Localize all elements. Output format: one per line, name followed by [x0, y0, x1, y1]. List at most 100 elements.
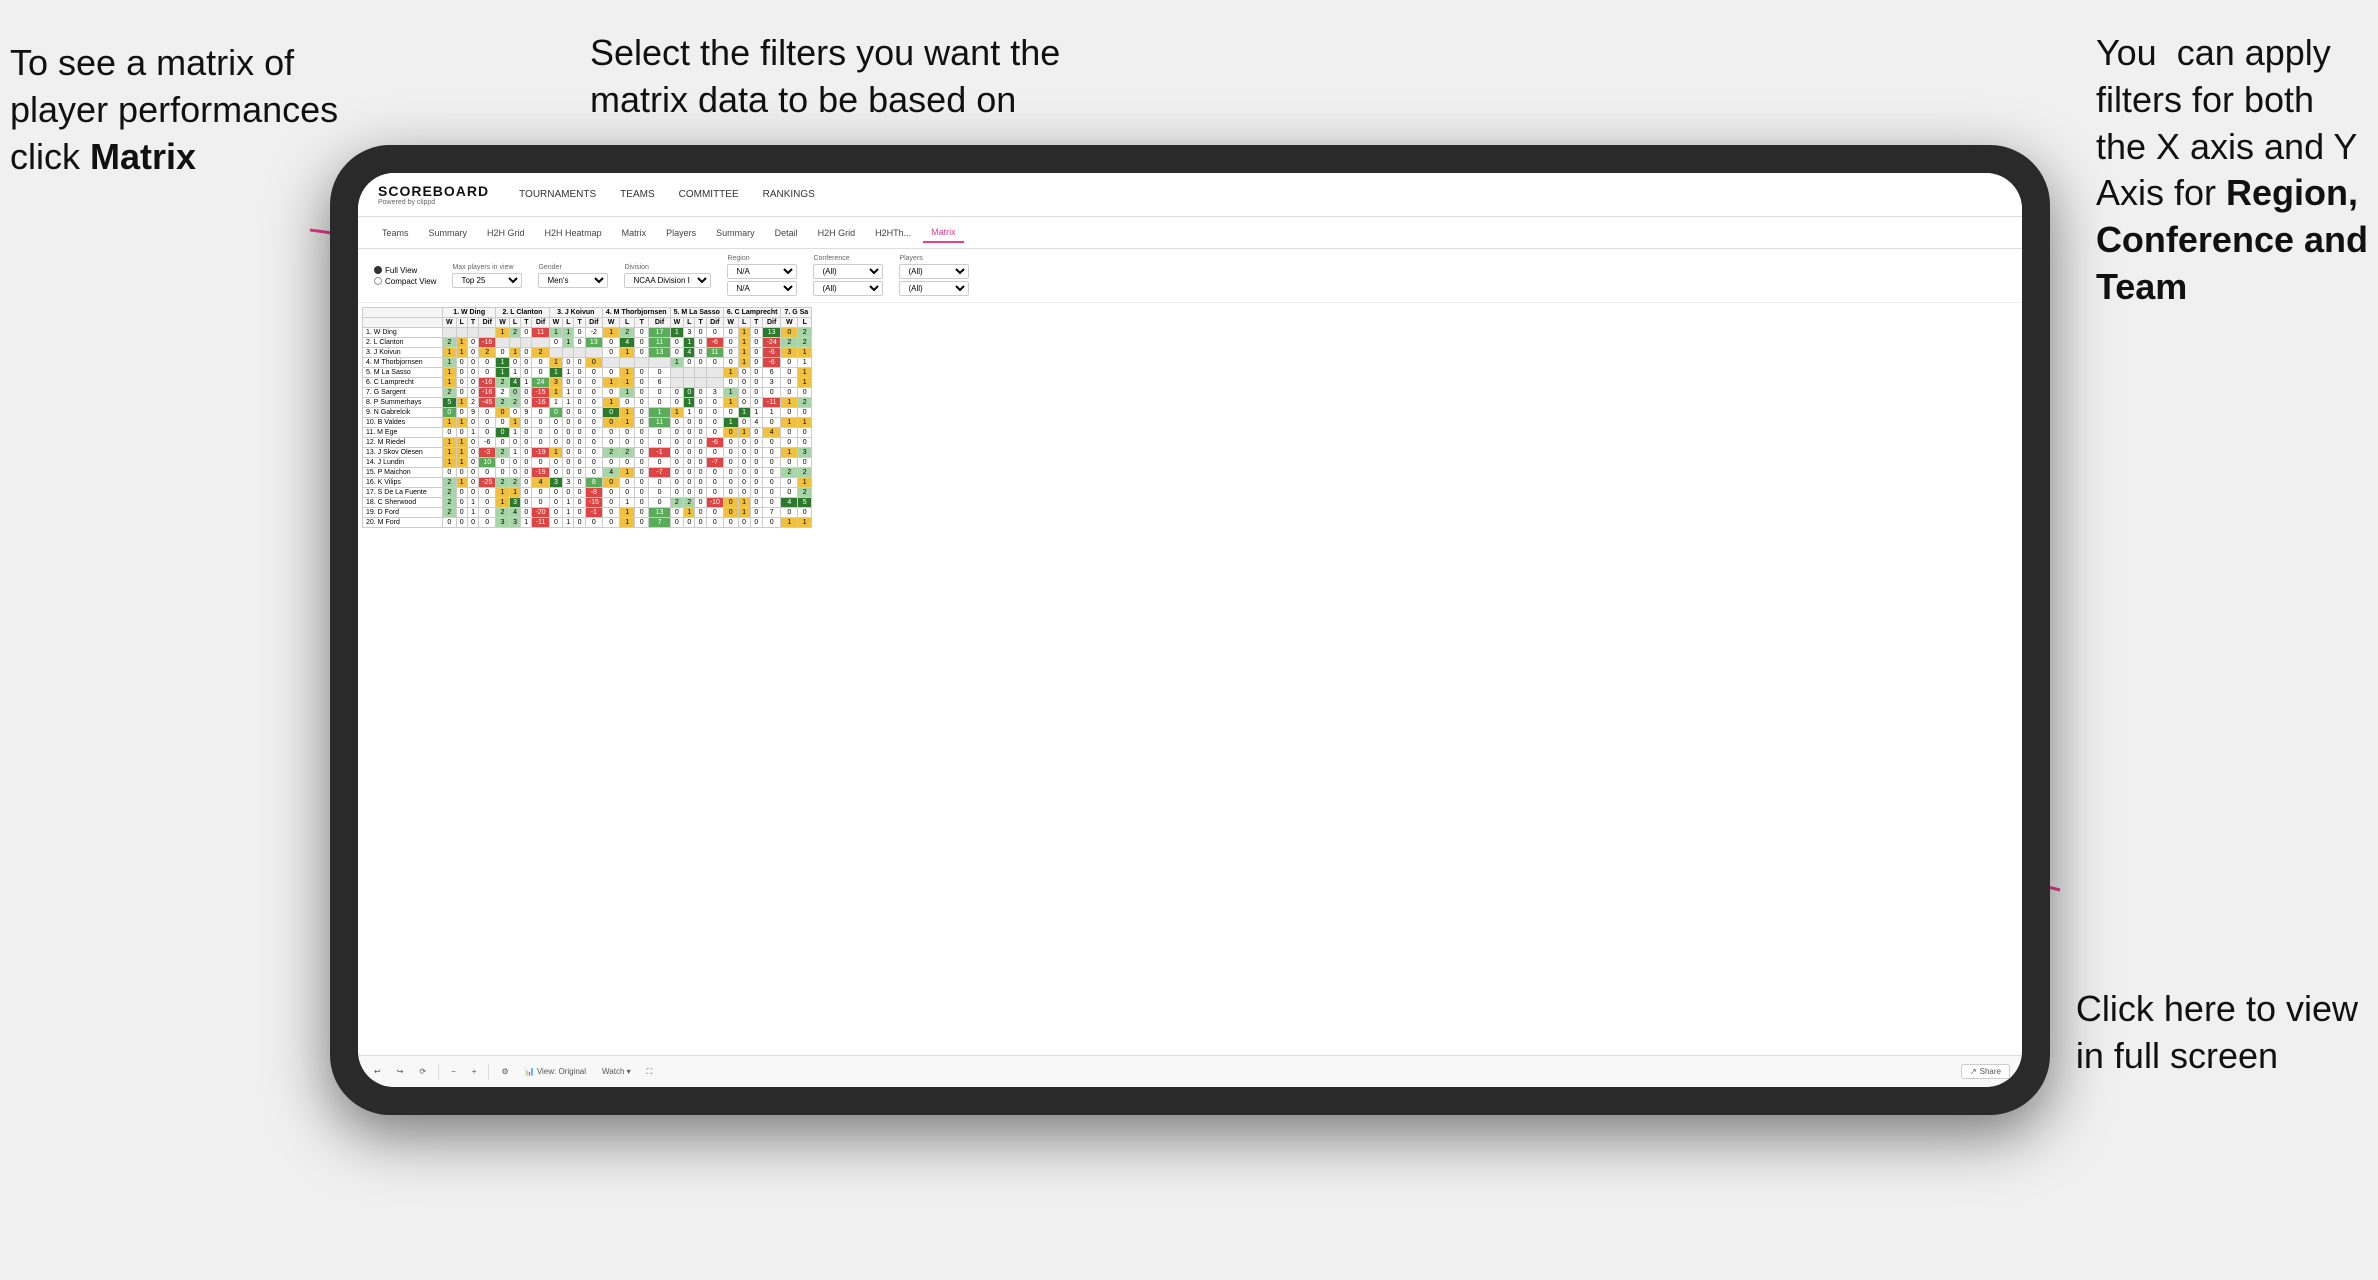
- player-name: 18. C Sherwood: [363, 498, 443, 508]
- matrix-table: 1. W Ding 2. L Clanton 3. J Koivun 4. M …: [362, 307, 812, 528]
- sub-w-2: W: [496, 318, 510, 328]
- share-button[interactable]: ↗ Share: [1961, 1064, 2010, 1079]
- filter-players: Players (All) (All): [899, 255, 969, 296]
- nav-teams[interactable]: TEAMS: [620, 189, 654, 200]
- tab-players-summary[interactable]: Summary: [708, 224, 763, 242]
- table-row: 15. P Maichon 0000 000-19 0000 410-7 000…: [363, 468, 812, 478]
- table-row: 4. M Thorbjornsen 1000 1000 1000 1000 01…: [363, 358, 812, 368]
- full-view-label: Full View: [385, 266, 417, 275]
- conference-select-2[interactable]: (All): [813, 281, 883, 296]
- player-name: 1. W Ding: [363, 328, 443, 338]
- table-row: 3. J Koivun 1102 0102 01013 04011 010-6 …: [363, 348, 812, 358]
- nav-tournaments[interactable]: TOURNAMENTS: [519, 189, 596, 200]
- fullscreen-icon-btn[interactable]: ⛶: [643, 1065, 657, 1079]
- redo-btn[interactable]: ↪: [393, 1065, 408, 1078]
- logo-sub: Powered by clippd: [378, 199, 489, 206]
- col-header-3: 3. J Koivun: [549, 308, 602, 318]
- sub-l-3: L: [563, 318, 574, 328]
- sub-l-5: L: [684, 318, 695, 328]
- filter-gender: Gender Men's: [538, 264, 608, 288]
- radio-dot-full: [374, 266, 382, 274]
- table-row: 17. S De La Fuente 2000 1100 000-8 0000 …: [363, 488, 812, 498]
- table-row: 2. L Clanton 210-16 01013 04011 010-6 01…: [363, 338, 812, 348]
- app-header: SCOREBOARD Powered by clippd TOURNAMENTS…: [358, 173, 2022, 217]
- tablet-frame: SCOREBOARD Powered by clippd TOURNAMENTS…: [330, 145, 2050, 1115]
- player-name: 5. M La Sasso: [363, 368, 443, 378]
- player-name: 9. N Gabrelcik: [363, 408, 443, 418]
- player-name: 19. D Ford: [363, 508, 443, 518]
- table-row: 10. B Valdes 1100 0100 0000 01011 0000 1…: [363, 418, 812, 428]
- player-name: 8. P Summerhays: [363, 398, 443, 408]
- sub-t-1: T: [467, 318, 478, 328]
- watch-btn[interactable]: Watch ▾: [598, 1065, 635, 1078]
- table-row: 14. J Lundin 11010 0000 0000 0000 000-7 …: [363, 458, 812, 468]
- filter-max-players: Max players in view Top 25: [452, 264, 522, 288]
- max-players-select[interactable]: Top 25: [452, 273, 522, 288]
- player-name: 17. S De La Fuente: [363, 488, 443, 498]
- sub-w-1: W: [443, 318, 457, 328]
- gender-select[interactable]: Men's: [538, 273, 608, 288]
- tab-teams[interactable]: Teams: [374, 224, 417, 242]
- conference-select-1[interactable]: (All): [813, 264, 883, 279]
- annotation-topmid: Select the filters you want the matrix d…: [590, 30, 1090, 124]
- sub-dif-6: Dif: [762, 318, 781, 328]
- radio-compact-view[interactable]: Compact View: [374, 277, 436, 286]
- tabs-row: Teams Summary H2H Grid H2H Heatmap Matri…: [358, 217, 2022, 249]
- logo-text: SCOREBOARD: [378, 183, 489, 199]
- corner-cell: [363, 308, 443, 318]
- players-label: Players: [899, 255, 969, 262]
- region-select-2[interactable]: N/A: [727, 281, 797, 296]
- sub-t-6: T: [750, 318, 762, 328]
- player-name: 10. B Valdes: [363, 418, 443, 428]
- share-icon: ↗: [1970, 1067, 1977, 1076]
- tab-matrix[interactable]: Matrix: [614, 224, 655, 242]
- col-header-6: 6. C Lamprecht: [723, 308, 781, 318]
- player-name: 3. J Koivun: [363, 348, 443, 358]
- annotation-topleft: To see a matrix of player performances c…: [10, 40, 338, 180]
- player-name: 20. M Ford: [363, 518, 443, 528]
- player-name: 15. P Maichon: [363, 468, 443, 478]
- nav-committee[interactable]: COMMITTEE: [679, 189, 739, 200]
- sub-w-7: W: [781, 318, 798, 328]
- logo-area: SCOREBOARD Powered by clippd: [378, 183, 489, 206]
- settings-btn[interactable]: ⚙: [497, 1065, 512, 1078]
- tab-players[interactable]: Players: [658, 224, 704, 242]
- players-select-1[interactable]: (All): [899, 264, 969, 279]
- annotation-topmid-text: Select the filters you want the matrix d…: [590, 32, 1060, 120]
- undo-btn[interactable]: ↩: [370, 1065, 385, 1078]
- table-row: 13. J Skov Olesen 110-3 210-19 1000 220-…: [363, 448, 812, 458]
- zoom-out-btn[interactable]: −: [447, 1065, 460, 1078]
- table-row: 11. M Ege 0010 0100 0000 0000 0000 0104 …: [363, 428, 812, 438]
- tab-h2h-heatmap[interactable]: H2H Heatmap: [537, 224, 610, 242]
- tab-detail[interactable]: Detail: [767, 224, 806, 242]
- region-select-1[interactable]: N/A: [727, 264, 797, 279]
- reload-btn[interactable]: ⟳: [415, 1065, 430, 1078]
- sub-t-5: T: [695, 318, 706, 328]
- col-header-2: 2. L Clanton: [496, 308, 549, 318]
- division-label: Division: [624, 264, 711, 271]
- players-select-2[interactable]: (All): [899, 281, 969, 296]
- matrix-area[interactable]: 1. W Ding 2. L Clanton 3. J Koivun 4. M …: [358, 303, 2022, 1057]
- sub-l-7: L: [798, 318, 812, 328]
- sub-t-2: T: [521, 318, 532, 328]
- tab-summary[interactable]: Summary: [421, 224, 476, 242]
- table-row: 7. G Sargent 200-16 200-15 1100 0100 000…: [363, 388, 812, 398]
- table-row: 6. C Lamprecht 100-16 24124 3000 1106 00…: [363, 378, 812, 388]
- watch-label: Watch ▾: [602, 1067, 631, 1076]
- col-header-7: 7. G Sa: [781, 308, 812, 318]
- annotation-bold-matrix: Matrix: [90, 136, 196, 177]
- radio-full-view[interactable]: Full View: [374, 266, 436, 275]
- division-select[interactable]: NCAA Division I: [624, 273, 711, 288]
- tab-h2h-grid[interactable]: H2H Grid: [479, 224, 533, 242]
- zoom-in-btn[interactable]: +: [468, 1065, 481, 1078]
- view-original-btn[interactable]: 📊 View: Original: [521, 1065, 590, 1078]
- nav-rankings[interactable]: RANKINGS: [763, 189, 815, 200]
- tab-h2hth[interactable]: H2HTh...: [867, 224, 919, 242]
- table-row: 20. M Ford 0000 331-11 0100 0107 0000 00…: [363, 518, 812, 528]
- region-label: Region: [727, 255, 797, 262]
- max-players-label: Max players in view: [452, 264, 522, 271]
- table-row: 5. M La Sasso 1000 1100 1100 0100 1006 0…: [363, 368, 812, 378]
- tab-h2h-grid-2[interactable]: H2H Grid: [810, 224, 864, 242]
- tab-matrix-active[interactable]: Matrix: [923, 223, 964, 243]
- sub-t-4: T: [634, 318, 649, 328]
